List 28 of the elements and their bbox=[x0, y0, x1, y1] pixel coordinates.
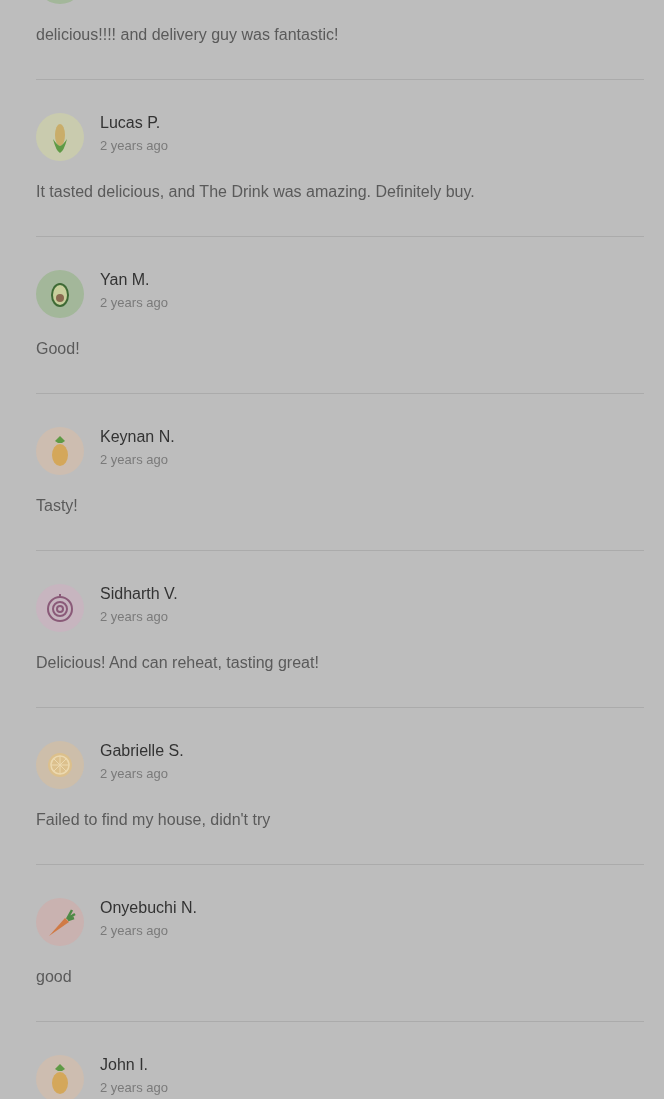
review-time: 2 years ago bbox=[100, 137, 168, 155]
review-text: good bbox=[36, 968, 73, 986]
review-text: Delicious! And can reheat, tasting great! bbox=[36, 654, 320, 672]
reviewer-name: Yan M. bbox=[100, 270, 151, 290]
review-time: 2 years ago bbox=[100, 922, 169, 940]
avocado-icon bbox=[36, 270, 84, 318]
lemon-slice-icon bbox=[36, 741, 84, 789]
review-time: 2 years ago bbox=[100, 294, 168, 312]
review-time: 2 years ago bbox=[100, 608, 169, 626]
review-text: Tasty! bbox=[36, 497, 79, 515]
review-text: delicious!!!! and delivery guy was fantastic! bbox=[36, 26, 340, 44]
reviewer-name: Gabrielle S. bbox=[100, 741, 184, 761]
review-time: 2 years ago bbox=[100, 765, 169, 783]
reviewer-name: Onyebuchi N. bbox=[100, 898, 197, 918]
review-time: 2 years ago bbox=[100, 451, 169, 469]
carrot-icon bbox=[36, 898, 84, 946]
review-text: Good! bbox=[36, 340, 81, 358]
reviewer-name: Sidharth V. bbox=[100, 584, 178, 604]
reviewer-name: Keynan N. bbox=[100, 427, 175, 447]
pineapple-icon bbox=[36, 1055, 84, 1099]
reviewer-name: John I. bbox=[100, 1055, 150, 1075]
review-text: It tasted delicious, and The Drink was amazing. Definitely buy. bbox=[36, 183, 476, 201]
onion-icon bbox=[36, 584, 84, 632]
review-time: 2 years ago bbox=[100, 1079, 168, 1097]
pineapple-icon bbox=[36, 427, 84, 475]
corn-icon bbox=[36, 113, 84, 161]
review-text: Failed to find my house, didn't try bbox=[36, 811, 272, 829]
reviewer-name: Lucas P. bbox=[100, 113, 162, 133]
